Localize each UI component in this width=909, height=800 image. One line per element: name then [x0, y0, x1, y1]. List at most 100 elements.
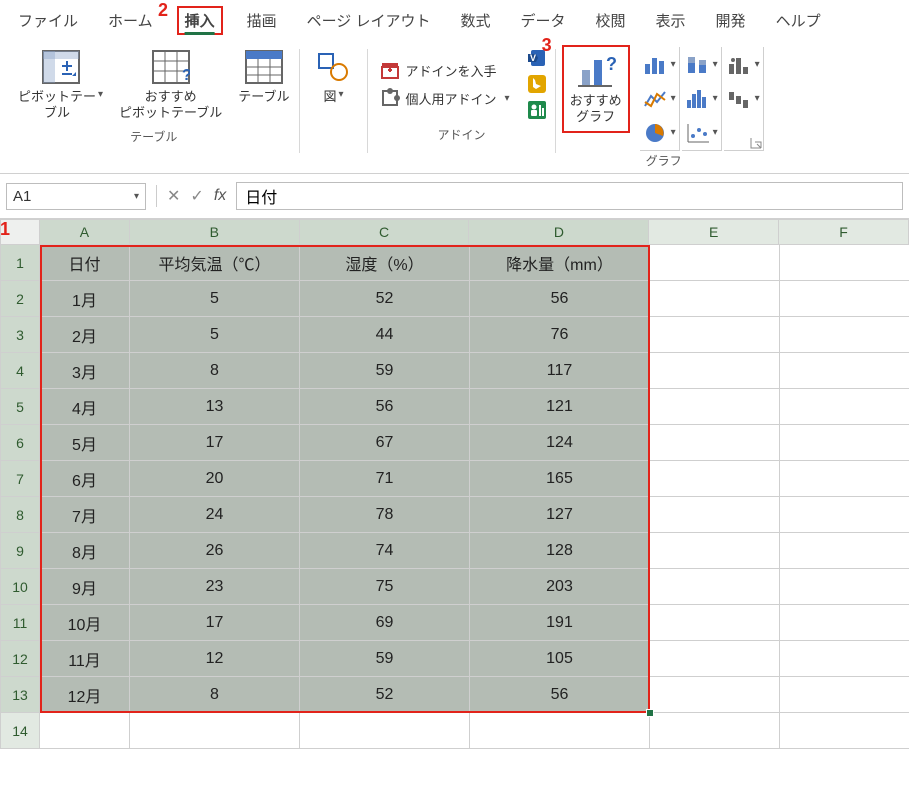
table-button[interactable]: テーブル [234, 45, 293, 125]
row-header-6[interactable]: 6 [0, 425, 40, 461]
cell-C5[interactable]: 56 [300, 389, 470, 425]
bing-icon[interactable] [526, 73, 548, 95]
cell-C8[interactable]: 78 [300, 497, 470, 533]
recommended-pivot-button[interactable]: ? おすすめ ピボットテーブル [115, 45, 226, 125]
cell-A2[interactable]: 1月 [40, 281, 130, 317]
cell-E7[interactable] [650, 461, 780, 497]
cell-E1[interactable] [650, 245, 780, 281]
cell-E12[interactable] [650, 641, 780, 677]
cell-E3[interactable] [650, 317, 780, 353]
col-header-B[interactable]: B [130, 219, 300, 245]
tab-file[interactable]: ファイル [12, 6, 84, 35]
cell-C3[interactable]: 44 [300, 317, 470, 353]
cell-C14[interactable] [300, 713, 470, 749]
cell-B8[interactable]: 24 [130, 497, 300, 533]
row-header-4[interactable]: 4 [0, 353, 40, 389]
row-header-7[interactable]: 7 [0, 461, 40, 497]
stacked-chart-button[interactable]: ▾ [682, 47, 722, 83]
get-addins-button[interactable]: アドインを入手 [376, 58, 514, 82]
cell-C13[interactable]: 52 [300, 677, 470, 713]
cell-A14[interactable] [40, 713, 130, 749]
cell-E2[interactable] [650, 281, 780, 317]
cell-F6[interactable] [780, 425, 909, 461]
waterfall-chart-button[interactable]: ▾ [724, 81, 764, 117]
cell-F4[interactable] [780, 353, 909, 389]
cell-A1[interactable]: 日付 [40, 245, 130, 281]
cancel-icon[interactable]: ✕ [167, 186, 180, 206]
row-header-3[interactable]: 3 [0, 317, 40, 353]
tab-view[interactable]: 表示 [650, 6, 692, 35]
cell-D5[interactable]: 121 [470, 389, 650, 425]
cell-D6[interactable]: 124 [470, 425, 650, 461]
cell-B4[interactable]: 8 [130, 353, 300, 389]
cell-C2[interactable]: 52 [300, 281, 470, 317]
tab-formulas[interactable]: 数式 [454, 6, 496, 35]
row-header-10[interactable]: 10 [0, 569, 40, 605]
cell-B10[interactable]: 23 [130, 569, 300, 605]
cell-B11[interactable]: 17 [130, 605, 300, 641]
cell-A6[interactable]: 5月 [40, 425, 130, 461]
cell-A4[interactable]: 3月 [40, 353, 130, 389]
cell-C9[interactable]: 74 [300, 533, 470, 569]
tab-page-layout[interactable]: ページ レイアウト [301, 6, 437, 35]
cell-F3[interactable] [780, 317, 909, 353]
row-header-8[interactable]: 8 [0, 497, 40, 533]
formula-input[interactable] [236, 182, 903, 210]
chart-dialog-launcher[interactable] [724, 115, 764, 151]
cell-B5[interactable]: 13 [130, 389, 300, 425]
cell-F13[interactable] [780, 677, 909, 713]
cell-A11[interactable]: 10月 [40, 605, 130, 641]
col-header-A[interactable]: A [40, 219, 130, 245]
col-header-C[interactable]: C [300, 219, 470, 245]
cell-A7[interactable]: 6月 [40, 461, 130, 497]
cell-C11[interactable]: 69 [300, 605, 470, 641]
cell-E4[interactable] [650, 353, 780, 389]
cell-E14[interactable] [650, 713, 780, 749]
cell-D2[interactable]: 56 [470, 281, 650, 317]
my-addins-button[interactable]: 個人用アドイン ▾ [376, 86, 514, 110]
tab-developer[interactable]: 開発 [710, 6, 752, 35]
cell-B1[interactable]: 平均気温（℃） [130, 245, 300, 281]
people-graph-icon[interactable] [526, 99, 548, 121]
cell-E5[interactable] [650, 389, 780, 425]
col-header-F[interactable]: F [779, 219, 909, 245]
tab-home[interactable]: ホーム [102, 6, 159, 35]
cell-A9[interactable]: 8月 [40, 533, 130, 569]
histogram-button[interactable]: ▾ [682, 81, 722, 117]
cell-C7[interactable]: 71 [300, 461, 470, 497]
cell-F8[interactable] [780, 497, 909, 533]
cell-F12[interactable] [780, 641, 909, 677]
cell-F2[interactable] [780, 281, 909, 317]
cell-D9[interactable]: 128 [470, 533, 650, 569]
cell-D11[interactable]: 191 [470, 605, 650, 641]
cell-B7[interactable]: 20 [130, 461, 300, 497]
cell-B9[interactable]: 26 [130, 533, 300, 569]
cell-E11[interactable] [650, 605, 780, 641]
cell-C6[interactable]: 67 [300, 425, 470, 461]
tab-draw[interactable]: 描画 [241, 6, 283, 35]
cell-F1[interactable] [780, 245, 909, 281]
cell-D7[interactable]: 165 [470, 461, 650, 497]
col-header-E[interactable]: E [649, 219, 779, 245]
cell-A10[interactable]: 9月 [40, 569, 130, 605]
cell-E10[interactable] [650, 569, 780, 605]
cell-D8[interactable]: 127 [470, 497, 650, 533]
cell-E9[interactable] [650, 533, 780, 569]
cell-C10[interactable]: 75 [300, 569, 470, 605]
cell-A3[interactable]: 2月 [40, 317, 130, 353]
cell-F7[interactable] [780, 461, 909, 497]
cell-C4[interactable]: 59 [300, 353, 470, 389]
pivot-table-button[interactable]: ピボットテー ブル ▾ [14, 45, 107, 125]
cell-D3[interactable]: 76 [470, 317, 650, 353]
name-box[interactable]: A1 ▾ [6, 183, 146, 210]
cell-E8[interactable] [650, 497, 780, 533]
cell-D10[interactable]: 203 [470, 569, 650, 605]
row-header-9[interactable]: 9 [0, 533, 40, 569]
tab-help[interactable]: ヘルプ [770, 6, 827, 35]
cell-A13[interactable]: 12月 [40, 677, 130, 713]
cell-E13[interactable] [650, 677, 780, 713]
cell-A5[interactable]: 4月 [40, 389, 130, 425]
pie-chart-button[interactable]: ▾ [640, 115, 680, 151]
cell-F9[interactable] [780, 533, 909, 569]
cell-C1[interactable]: 湿度（%） [300, 245, 470, 281]
